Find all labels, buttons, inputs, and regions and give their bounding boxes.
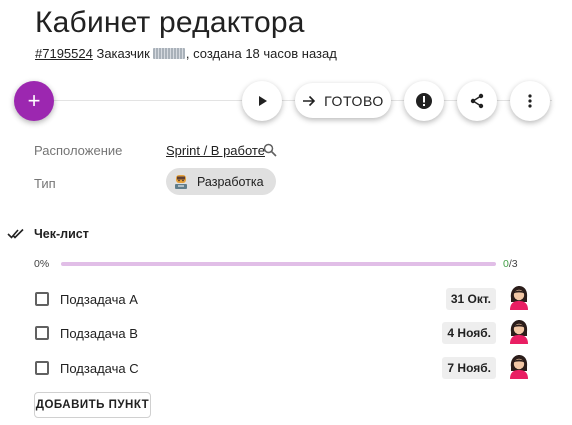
start-button[interactable]	[242, 81, 282, 121]
double-check-icon	[7, 228, 24, 239]
checklist-item-label[interactable]: Подзадача A	[60, 292, 138, 307]
type-chip[interactable]: Разработка	[166, 168, 276, 195]
location-link[interactable]: Sprint / В работе	[166, 143, 265, 158]
assignee-avatar[interactable]	[506, 353, 532, 379]
task-id-link[interactable]: #7195524	[35, 46, 93, 61]
checklist-item: Подзадача B 4 Нояб.	[34, 320, 534, 348]
checklist-item: Подзадача C 7 Нояб.	[34, 355, 534, 383]
plus-icon: +	[27, 88, 41, 113]
developer-emoji-icon	[175, 174, 187, 189]
checklist-item-label[interactable]: Подзадача C	[60, 361, 139, 376]
checklist-item-checkbox[interactable]	[35, 326, 49, 340]
created-time: , создана 18 часов назад	[185, 46, 337, 61]
done-button-label: ГОТОВО	[324, 92, 384, 109]
customer-name-redacted	[152, 48, 185, 59]
search-icon[interactable]	[263, 143, 277, 157]
checklist-item: Подзадача A 31 Окт.	[34, 286, 534, 314]
checklist-item-checkbox[interactable]	[35, 361, 49, 375]
add-checklist-item-button[interactable]: ДОБАВИТЬ ПУНКТ	[34, 392, 151, 418]
done-button[interactable]: ГОТОВО	[295, 83, 391, 118]
page-title: Кабинет редактора	[35, 6, 305, 39]
checklist-item-checkbox[interactable]	[35, 292, 49, 306]
task-meta: #7195524 Заказчик , создана 18 часов наз…	[35, 46, 337, 61]
type-label: Тип	[34, 176, 56, 191]
checklist-item-label[interactable]: Подзадача B	[60, 326, 138, 341]
checklist-item-due-date[interactable]: 31 Окт.	[445, 288, 496, 310]
alert-icon	[416, 93, 432, 109]
play-icon	[259, 96, 267, 106]
checklist-title: Чек-лист	[34, 227, 89, 241]
progress-count: 0/3	[503, 258, 518, 270]
checklist-item-due-date[interactable]: 7 Нояб.	[442, 357, 496, 379]
progress-percent: 0%	[34, 258, 50, 270]
checklist-item-due-date[interactable]: 4 Нояб.	[442, 322, 496, 344]
more-button[interactable]	[510, 81, 550, 121]
more-vert-icon	[528, 94, 532, 108]
progress-total: /3	[508, 258, 518, 270]
alert-button[interactable]	[404, 81, 444, 121]
share-icon	[470, 93, 484, 109]
type-chip-label: Разработка	[197, 174, 264, 189]
progress-bar	[61, 262, 496, 266]
share-button[interactable]	[457, 81, 497, 121]
arrow-right-icon	[303, 95, 316, 106]
customer-prefix: Заказчик	[96, 46, 150, 61]
assignee-avatar[interactable]	[506, 318, 532, 344]
assignee-avatar[interactable]	[506, 284, 532, 310]
location-label: Расположение	[34, 143, 123, 158]
add-button[interactable]: +	[14, 81, 54, 121]
